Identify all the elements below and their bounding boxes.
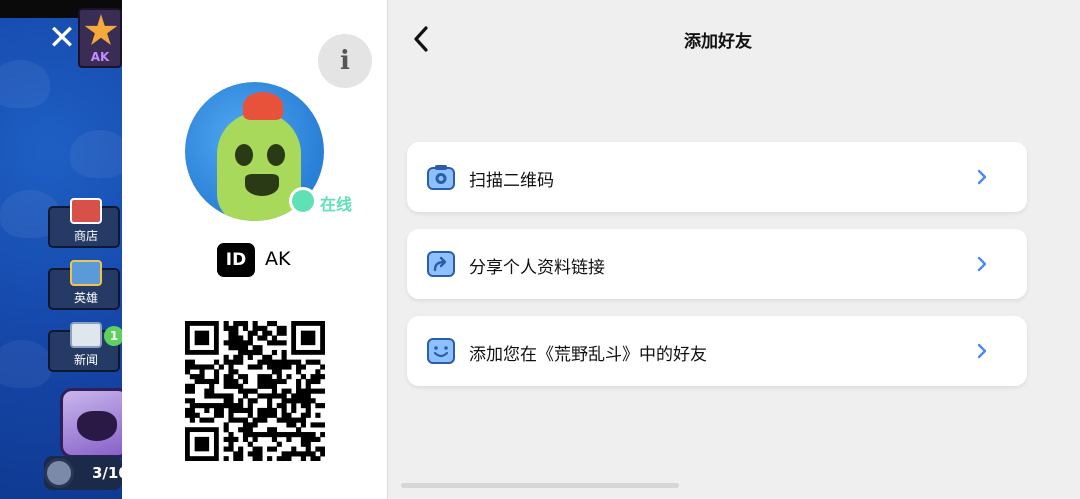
share-profile-link-option[interactable]: 分享个人资料链接 xyxy=(407,229,1027,299)
star-icon xyxy=(84,14,118,45)
skull-pattern xyxy=(0,60,50,108)
brawlers-label: 英雄 xyxy=(73,291,98,305)
camera-icon xyxy=(427,165,455,190)
info-button[interactable]: i xyxy=(318,34,372,88)
news-button[interactable]: 新闻 1 xyxy=(48,322,122,372)
skull-pattern xyxy=(70,130,122,178)
option-label: 添加您在《荒野乱斗》中的好友 xyxy=(469,345,707,365)
online-status-text: 在线 xyxy=(320,195,353,214)
news-icon xyxy=(70,322,102,348)
game-background: ✕ AK 商店 英雄 新闻 1 3/10 xyxy=(0,0,122,499)
horizontal-scrollbar[interactable] xyxy=(401,483,679,488)
avatar-eye xyxy=(235,144,253,166)
add-friend-page: 添加好友 扫描二维码 分享个人资料链接 添加您在《荒野乱斗》中的好友 xyxy=(388,0,1080,499)
qr-code-image xyxy=(184,320,326,462)
avatar-mouth xyxy=(245,174,279,196)
profile-panel: i 在线 ID AK xyxy=(122,0,388,499)
smile-icon xyxy=(427,338,455,364)
news-label: 新闻 xyxy=(73,353,98,367)
news-badge: 1 xyxy=(104,326,122,346)
scan-qr-option[interactable]: 扫描二维码 xyxy=(407,142,1027,212)
avatar-character xyxy=(217,112,301,221)
qr-code xyxy=(184,320,326,462)
brawlers-icon xyxy=(70,260,102,286)
brawl-box-icon[interactable] xyxy=(60,388,122,458)
star-label: AK xyxy=(90,50,110,64)
box-counter: 3/10 xyxy=(44,456,122,490)
option-label: 扫描二维码 xyxy=(469,171,554,191)
share-icon xyxy=(427,251,455,277)
avatar-flower xyxy=(243,92,283,120)
chevron-right-icon xyxy=(977,256,987,272)
gear-icon xyxy=(44,458,74,488)
chevron-right-icon xyxy=(977,169,987,185)
counter-text: 3/10 xyxy=(92,464,122,482)
shop-icon xyxy=(70,198,102,224)
add-brawl-stars-friends-option[interactable]: 添加您在《荒野乱斗》中的好友 xyxy=(407,316,1027,386)
brawl-box-face xyxy=(77,411,117,441)
shop-label: 商店 xyxy=(73,229,98,243)
brawlers-button[interactable]: 英雄 xyxy=(48,260,120,310)
id-badge: ID xyxy=(217,243,255,277)
page-title: 添加好友 xyxy=(684,32,752,52)
avatar-eye xyxy=(267,144,285,166)
chevron-right-icon xyxy=(977,343,987,359)
shop-button[interactable]: 商店 xyxy=(48,198,120,248)
player-name: AK xyxy=(265,248,291,270)
skull-pattern xyxy=(0,340,52,388)
close-button[interactable]: ✕ xyxy=(44,20,80,56)
option-label: 分享个人资料链接 xyxy=(469,258,605,278)
online-status-dot xyxy=(289,187,317,215)
trophy-badge[interactable]: AK xyxy=(78,8,122,68)
